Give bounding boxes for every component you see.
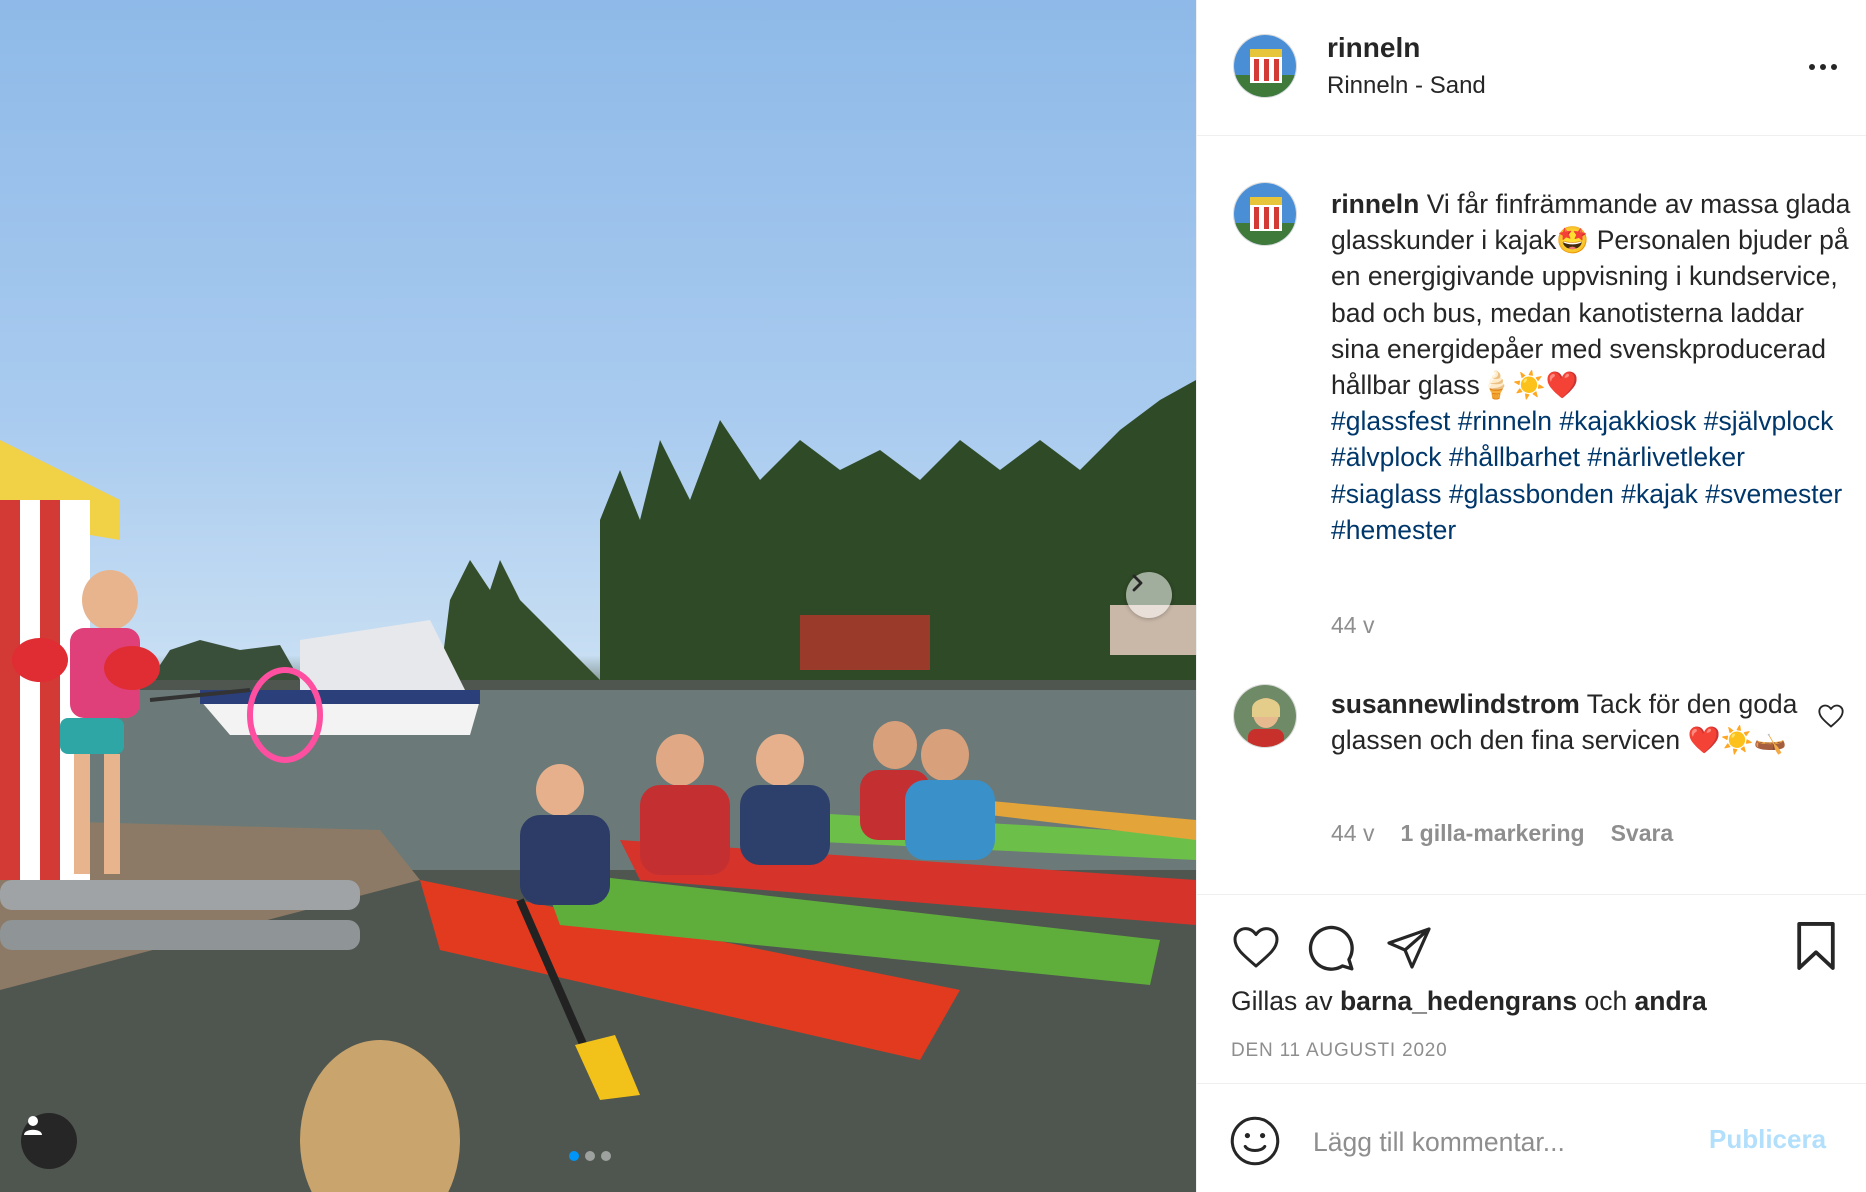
hashtag-link[interactable]: #svemester: [1705, 479, 1842, 509]
comment-like-button[interactable]: [1817, 702, 1845, 730]
comment-item: susannewlindstrom Tack för den goda glas…: [1331, 686, 1811, 758]
comment-reply-button[interactable]: Svara: [1611, 820, 1674, 847]
hashtag-link[interactable]: #kajakkiosk: [1559, 406, 1696, 436]
liked-by-middle: och: [1577, 986, 1635, 1016]
hashtag-link[interactable]: #rinneln: [1458, 406, 1552, 436]
like-button[interactable]: [1231, 922, 1281, 972]
avatar-image: [1234, 35, 1296, 97]
carousel-dot: [601, 1151, 611, 1161]
hashtag-link[interactable]: #siaglass: [1331, 479, 1441, 509]
post-location[interactable]: Rinneln - Sand: [1327, 72, 1486, 100]
divider: [1197, 894, 1866, 895]
chevron-right-icon: [1132, 574, 1143, 592]
share-button[interactable]: [1383, 922, 1435, 974]
save-button[interactable]: [1791, 918, 1841, 974]
tagged-users-button[interactable]: [21, 1113, 77, 1169]
comment-age[interactable]: 44 v: [1331, 820, 1374, 847]
publish-button[interactable]: Publicera: [1709, 1124, 1826, 1155]
more-options-button[interactable]: [1803, 52, 1843, 82]
heart-icon: [1818, 704, 1844, 728]
hashtag-link[interactable]: #självplock: [1704, 406, 1834, 436]
liked-by-text: Gillas av barna_hedengrans och andra: [1231, 986, 1707, 1017]
post-date[interactable]: DEN 11 AUGUSTI 2020: [1231, 1040, 1448, 1062]
caption-author[interactable]: rinneln: [1331, 189, 1419, 219]
hashtag-link[interactable]: #närlivetleker: [1587, 442, 1745, 472]
liked-by-prefix: Gillas av: [1231, 986, 1340, 1016]
user-icon: [24, 1116, 42, 1135]
carousel-indicator: [569, 1151, 611, 1161]
comment-icon: [1308, 925, 1354, 971]
post-photo[interactable]: [0, 0, 1196, 1192]
comment-input[interactable]: [1311, 1118, 1695, 1166]
liked-by-user[interactable]: barna_hedengrans: [1340, 986, 1577, 1016]
photo-scene: [0, 380, 1196, 1192]
post-caption: rinneln Vi får finfrämmande av massa gla…: [1331, 186, 1851, 548]
account-username[interactable]: rinneln: [1327, 32, 1420, 64]
avatar-image: [1234, 183, 1296, 245]
comment-author[interactable]: susannewlindstrom: [1331, 689, 1580, 719]
share-icon: [1387, 927, 1431, 969]
comment-likes[interactable]: 1 gilla-markering: [1400, 820, 1584, 847]
bookmark-icon: [1797, 922, 1835, 970]
caption-text: Vi får finfrämmande av massa glada glass…: [1331, 189, 1851, 401]
heart-icon: [1233, 927, 1279, 968]
hashtag-link[interactable]: #hållbarhet: [1449, 442, 1580, 472]
post-header: rinneln Rinneln - Sand: [1197, 0, 1866, 136]
carousel-next-button[interactable]: [1126, 572, 1172, 618]
hashtag-link[interactable]: #älvplock: [1331, 442, 1441, 472]
carousel-dot: [569, 1151, 579, 1161]
avatar[interactable]: [1233, 34, 1297, 98]
comment-button[interactable]: [1305, 922, 1357, 974]
hashtag-link[interactable]: #hemester: [1331, 515, 1456, 545]
commenter-avatar[interactable]: [1233, 684, 1297, 748]
carousel-dot: [585, 1151, 595, 1161]
more-horizontal-icon: [1809, 64, 1837, 70]
post-details-panel: rinneln Rinneln - Sand rinneln Vi får fi…: [1196, 0, 1866, 1192]
emoji-icon: [1230, 1116, 1280, 1166]
caption-age[interactable]: 44 v: [1331, 612, 1374, 639]
avatar-image: [1234, 685, 1296, 747]
hashtag-link[interactable]: #glassfest: [1331, 406, 1450, 436]
divider: [1197, 1083, 1866, 1084]
emoji-button[interactable]: [1229, 1115, 1281, 1167]
hashtag-list: #glassfest #rinneln #kajakkiosk #självpl…: [1331, 403, 1851, 548]
liked-by-others[interactable]: andra: [1635, 986, 1707, 1016]
comment-meta: 44 v 1 gilla-markering Svara: [1331, 820, 1673, 847]
hashtag-link[interactable]: #kajak: [1621, 479, 1698, 509]
caption-avatar[interactable]: [1233, 182, 1297, 246]
hashtag-link[interactable]: #glassbonden: [1449, 479, 1614, 509]
